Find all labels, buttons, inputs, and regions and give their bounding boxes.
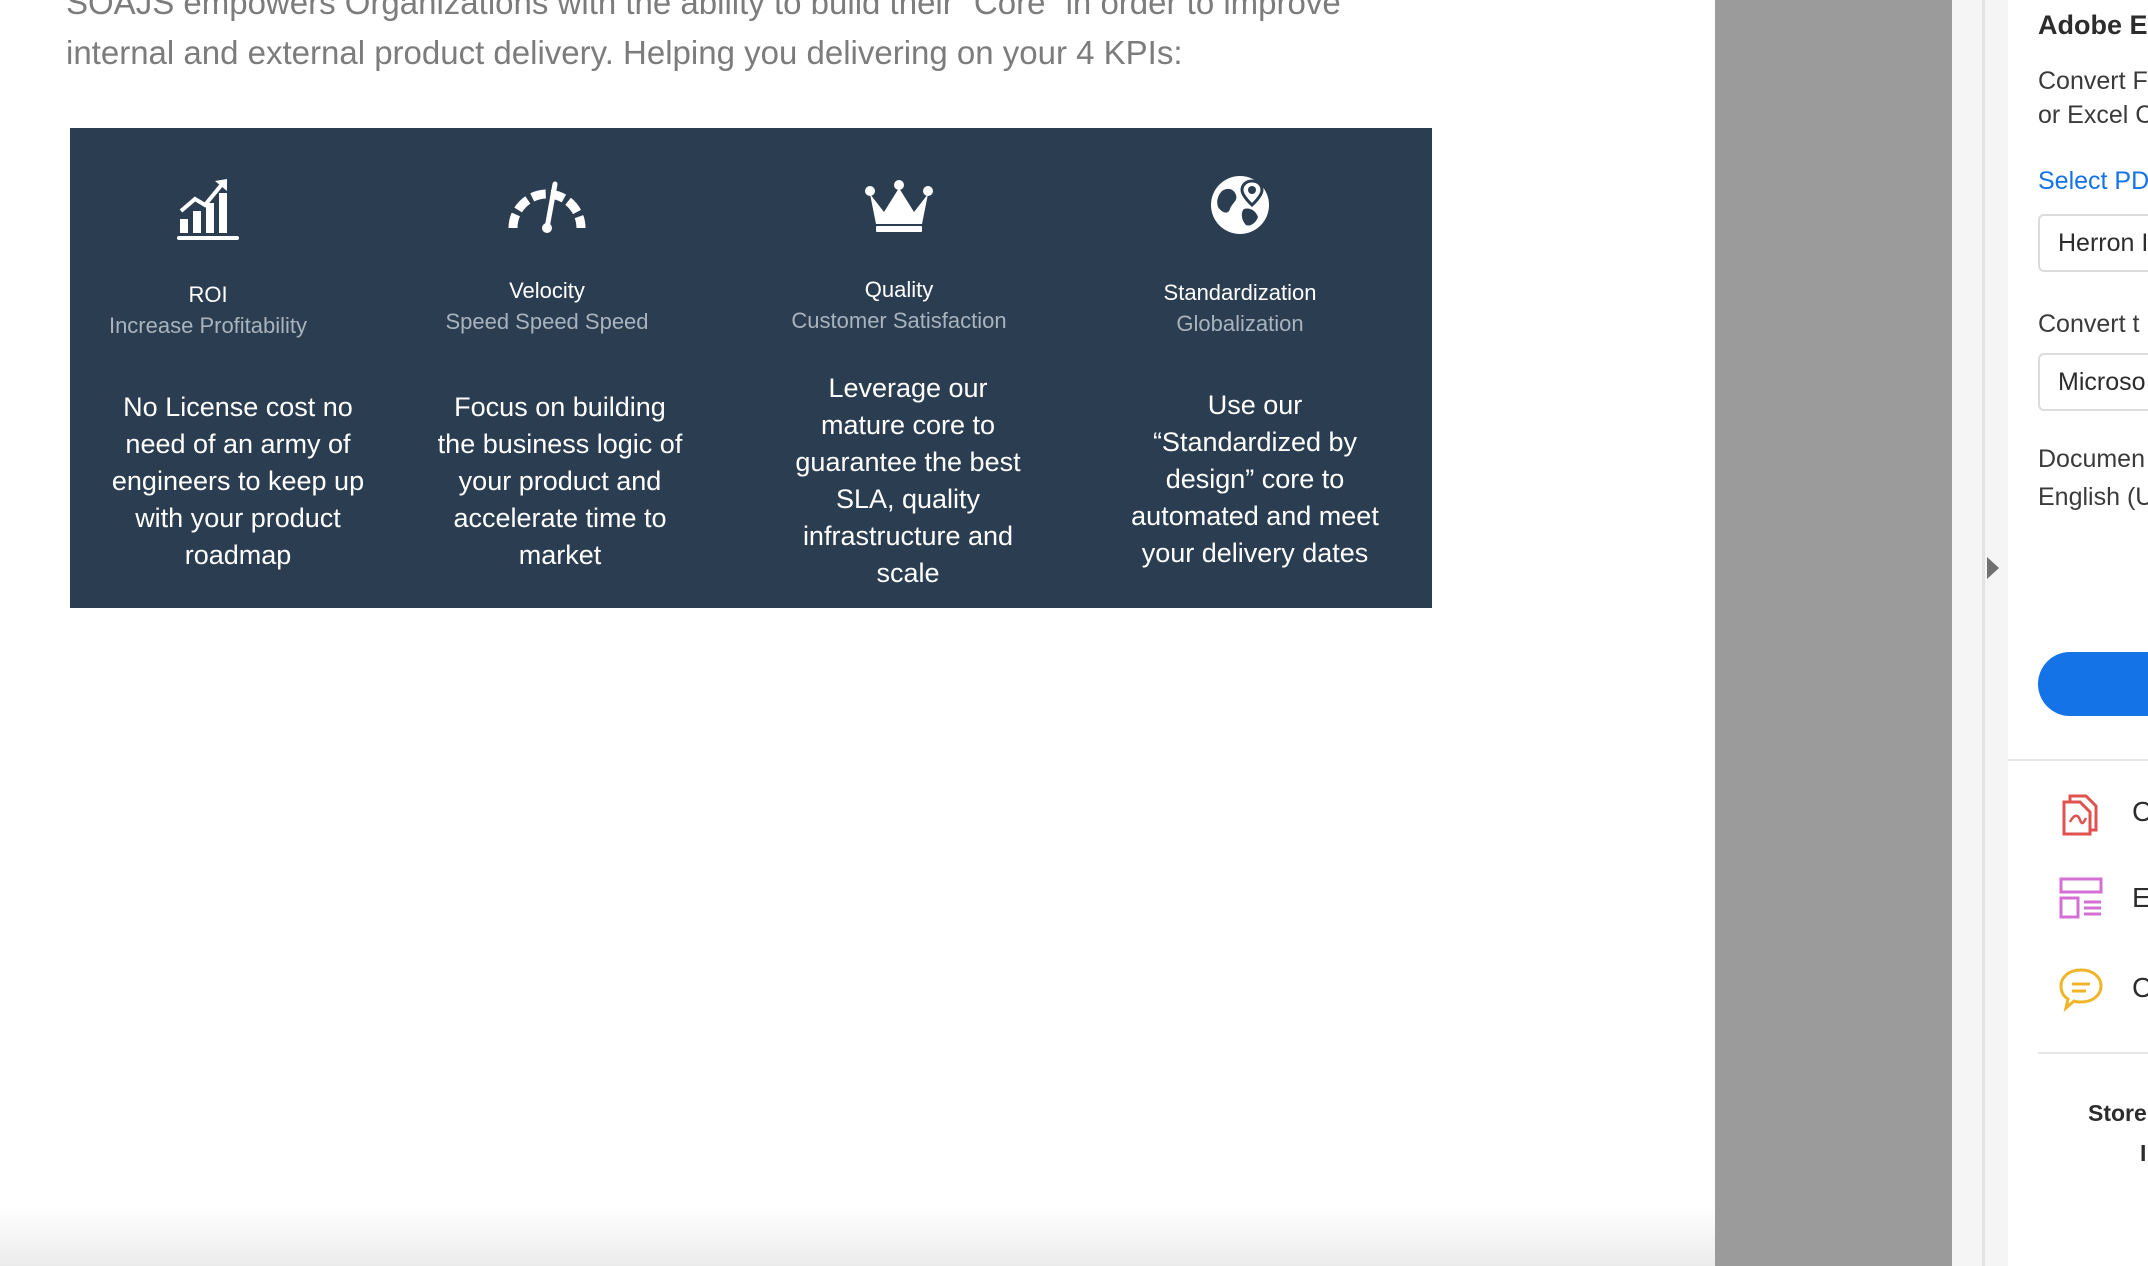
panel-description-line-2: or Excel C (2038, 101, 2148, 129)
convert-to-label: Convert t (2038, 310, 2140, 338)
create-pdf-icon (2062, 794, 2098, 836)
intro-line-1: SOAJS empowers Organizations with the ab… (66, 0, 1341, 21)
selected-file-field[interactable]: Herron I (2038, 214, 2148, 272)
edit-pdf-icon (2059, 877, 2103, 919)
panel-divider (2038, 1052, 2148, 1054)
panel-divider (2008, 759, 2148, 761)
store-text-line-2: I (2140, 1140, 2147, 1166)
kpi-title: Standardization (1163, 280, 1317, 305)
panel-description-line-1: Convert F (2038, 67, 2148, 95)
tool-label: C (2132, 972, 2148, 1003)
document-page: SOAJS empowers Organizations with the ab… (0, 0, 1715, 1266)
kpi-subtitle: Increase Profitability (108, 313, 308, 338)
kpi-roi: ROI Increase Profitability No License co… (70, 128, 370, 608)
page-bottom-shadow (0, 1206, 1715, 1266)
document-gutter (1715, 0, 1952, 1266)
kpi-title: Quality (864, 277, 934, 302)
kpi-banner: ROI Increase Profitability No License co… (70, 128, 1432, 608)
kpi-velocity: Velocity Speed Speed Speed Focus on buil… (410, 128, 710, 608)
panel-heading: Adobe E (2038, 10, 2148, 40)
kpi-title: Velocity (509, 278, 585, 303)
kpi-standardization: Standardization Globalization Use our “S… (1110, 128, 1410, 608)
tool-edit-pdf[interactable]: Ed (2058, 876, 2148, 926)
comment-icon (2059, 968, 2103, 1012)
tool-label: Ed (2132, 882, 2148, 913)
speedometer-icon (384, 176, 710, 246)
kpi-quality: Quality Customer Satisfaction Leverage o… (758, 128, 1058, 608)
tool-create-pdf[interactable]: C (2058, 790, 2148, 840)
tool-label: C (2132, 796, 2148, 827)
globe-pin-icon (1070, 173, 1410, 243)
kpi-description: Focus on building the business logic of … (437, 392, 683, 570)
document-language-select[interactable]: English (U (2038, 480, 2148, 514)
collapse-pane-icon[interactable] (1987, 557, 1999, 579)
kpi-description: Use our “Standardized by design” core to… (1131, 390, 1379, 568)
document-language-label: Documen (2038, 445, 2145, 473)
kpi-subtitle: Speed Speed Speed (445, 309, 649, 334)
convert-format-select[interactable]: Microso (2038, 353, 2148, 411)
convert-button[interactable] (2038, 652, 2148, 716)
kpi-subtitle: Customer Satisfaction (791, 308, 1007, 333)
kpi-description: Leverage our mature core to guarantee th… (795, 373, 1021, 588)
store-text-line-1: Store (2088, 1100, 2147, 1126)
crown-icon (740, 178, 1058, 248)
kpi-title: ROI (188, 282, 228, 307)
export-pdf-panel: Adobe E Convert F or Excel C Select PD H… (2008, 0, 2148, 1266)
tool-comment[interactable]: C (2058, 966, 2148, 1016)
select-pdf-link[interactable]: Select PD (2038, 167, 2148, 196)
kpi-description: No License cost no need of an army of en… (111, 392, 365, 570)
bar-chart-growth-icon (46, 175, 370, 245)
kpi-subtitle: Globalization (1176, 311, 1304, 336)
intro-line-2: internal and external product delivery. … (66, 34, 1183, 71)
pane-resize-handle[interactable] (1982, 0, 1985, 1266)
intro-paragraph: SOAJS empowers Organizations with the ab… (66, 0, 1466, 78)
